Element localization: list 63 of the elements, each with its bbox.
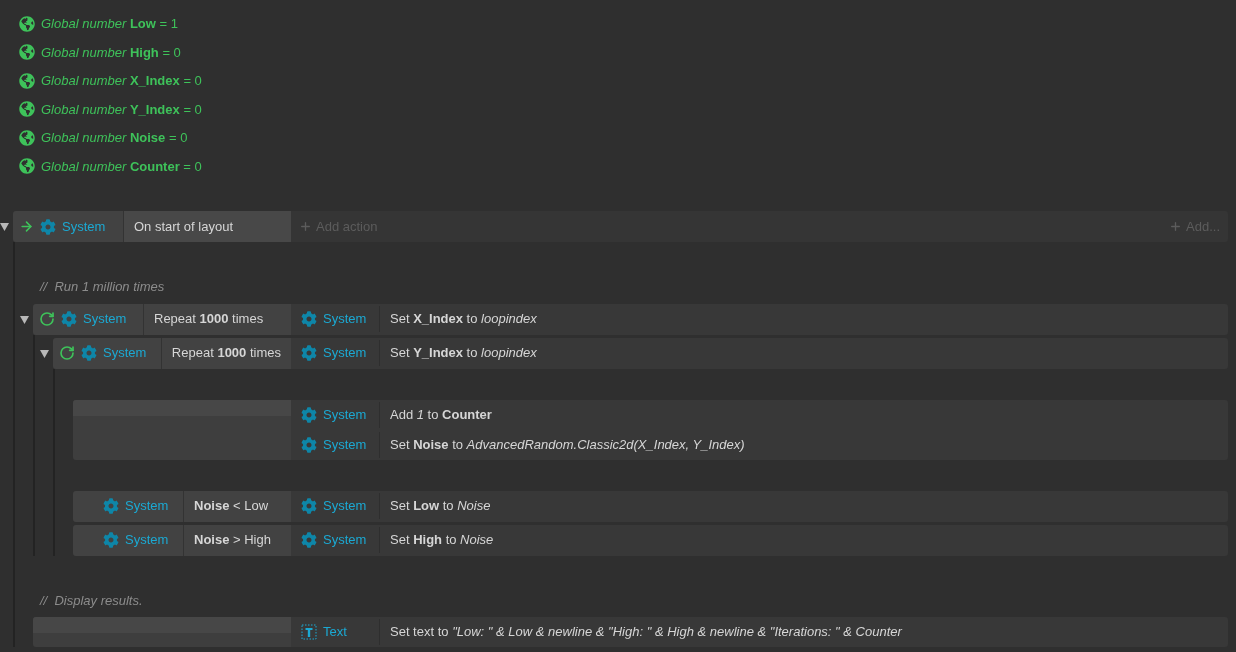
object-name: System (323, 309, 367, 328)
global-variable[interactable]: Global number X_Index = 0 (41, 71, 202, 91)
globe-icon (19, 129, 35, 146)
globe-icon (19, 72, 35, 89)
gear-icon (61, 311, 77, 327)
object-name: System (83, 310, 127, 329)
condition-text: On start of layout (134, 217, 233, 236)
object-name: System (323, 405, 367, 424)
plus-icon (299, 220, 312, 233)
collapse-arrow-icon[interactable] (40, 349, 49, 358)
object-name: System (323, 343, 367, 362)
condition-block[interactable]: System Repeat 1000 times (33, 303, 291, 335)
gear-icon (301, 406, 317, 423)
condition-block[interactable]: System Noise < Low (73, 490, 291, 522)
condition-block[interactable]: System Repeat 1000 times (53, 337, 291, 369)
plus-icon (1169, 220, 1183, 233)
object-name: System (62, 217, 106, 236)
globe-icon (19, 15, 35, 32)
arrow-icon (19, 219, 34, 234)
gear-icon (103, 532, 119, 548)
action-text: Set text to "Low: " & Low & newline & "High: " & High & newline & "Iterations: " & Counter (389, 623, 904, 642)
loop-icon (59, 345, 75, 361)
action-text: Add 1 to Counter (389, 405, 493, 424)
condition-block[interactable]: System On start of layout (13, 211, 291, 242)
gear-icon (301, 497, 317, 514)
condition-text: Repeat 1000 times (171, 344, 281, 363)
object-name: System (323, 435, 367, 454)
action-text: Set X_Index to loopindex (389, 309, 538, 328)
condition-text: Repeat 1000 times (154, 310, 264, 329)
globe-icon (19, 44, 35, 61)
global-variable[interactable]: Global number Noise = 0 (41, 128, 188, 148)
object-name: System (125, 531, 169, 550)
globe-icon (19, 158, 35, 175)
object-name: System (103, 344, 147, 363)
object-name: Text (323, 623, 347, 642)
collapse-arrow-icon[interactable] (20, 315, 29, 324)
text-object-icon (301, 624, 317, 640)
action-text: Set High to Noise (389, 530, 495, 549)
comment-text: // Display results. (40, 592, 143, 608)
object-name: System (323, 530, 367, 549)
loop-icon (39, 311, 55, 327)
gear-icon (301, 310, 317, 327)
gear-icon (301, 531, 317, 548)
global-variable[interactable]: Global number Counter = 0 (41, 156, 202, 176)
action-text: Set Y_Index to loopindex (389, 343, 538, 362)
globe-icon (19, 101, 35, 118)
action-text: Set Noise to AdvancedRandom.Classic2d(X_Index, Y_Index) (389, 435, 746, 454)
gear-icon (301, 436, 317, 453)
condition-text: Noise > High (194, 531, 271, 550)
action-text: Set Low to Noise (389, 496, 492, 515)
gear-icon (301, 344, 317, 361)
collapse-arrow-icon[interactable] (0, 223, 9, 231)
global-variable[interactable]: Global number Y_Index = 0 (41, 99, 202, 119)
global-variable[interactable]: Global number High = 0 (41, 42, 181, 62)
comment-text: // Run 1 million times (40, 279, 165, 294)
gear-icon (103, 498, 119, 514)
condition-text: Noise < Low (194, 497, 269, 516)
gear-icon (40, 218, 56, 235)
object-name: System (125, 497, 169, 516)
condition-block[interactable]: System Noise > High (73, 524, 291, 556)
global-variable[interactable]: Global number Low = 1 (41, 14, 178, 34)
object-name: System (323, 496, 367, 515)
gear-icon (81, 345, 97, 361)
